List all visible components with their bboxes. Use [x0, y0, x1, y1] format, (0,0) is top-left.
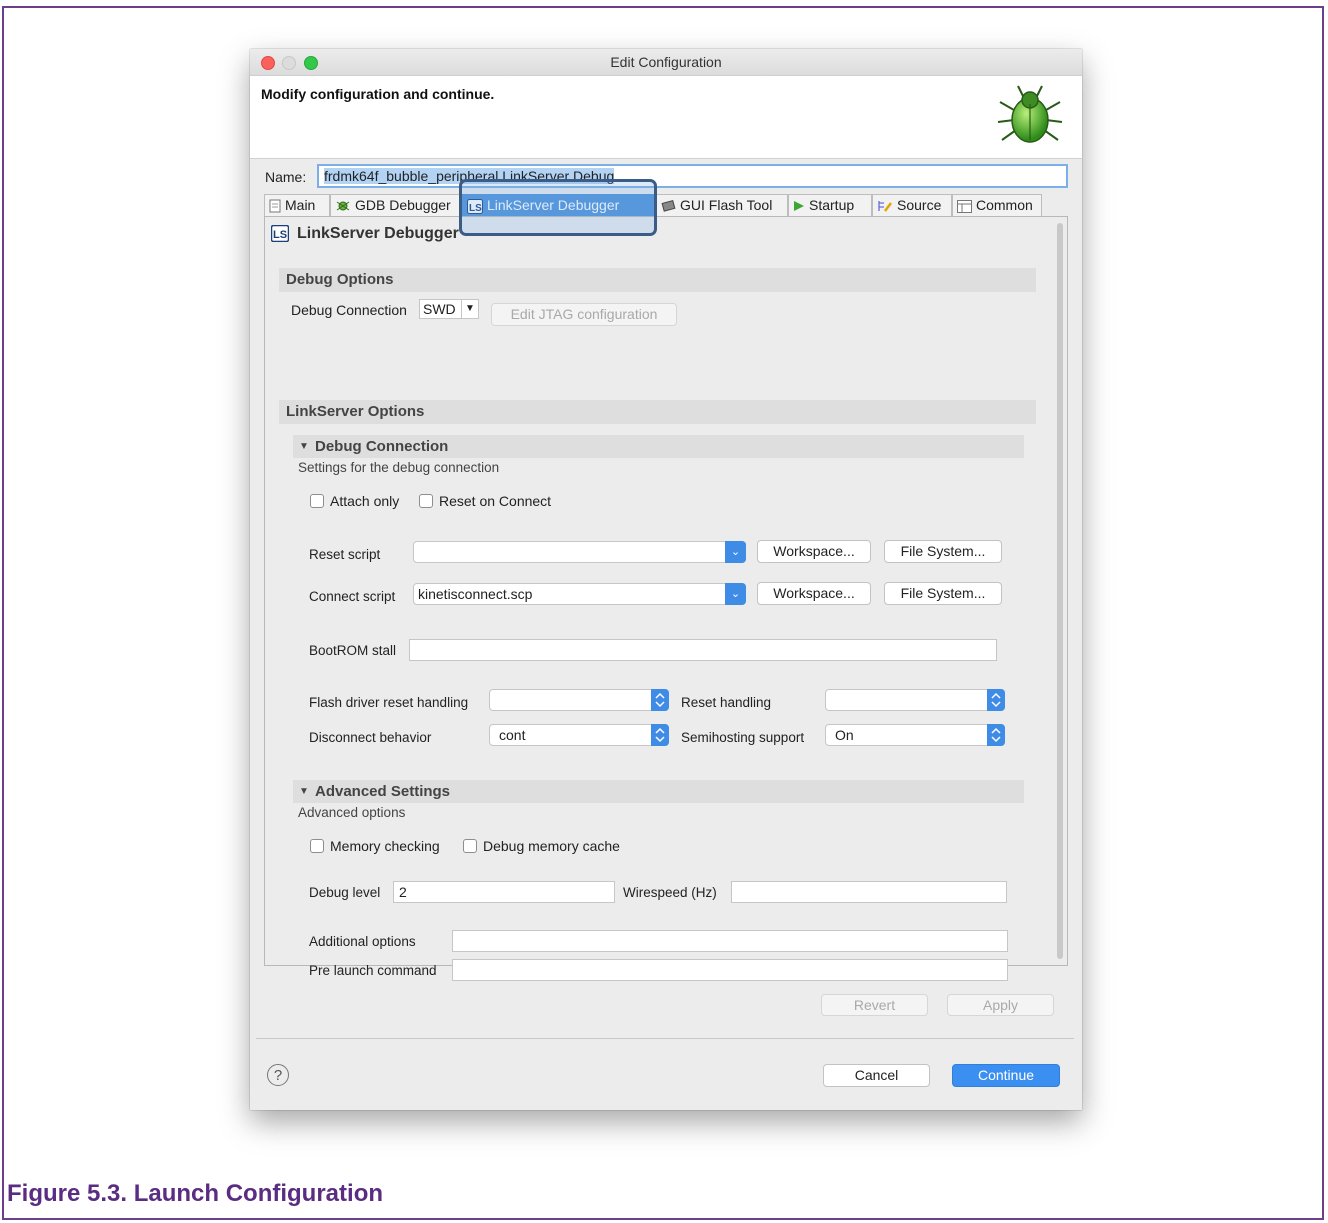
cancel-button[interactable]: Cancel	[823, 1064, 930, 1087]
reset-handling-label: Reset handling	[681, 695, 772, 710]
connect-script-combo[interactable]: kinetisconnect.scp ⌄	[413, 583, 746, 605]
debug-memory-cache-label: Debug memory cache	[483, 838, 620, 854]
up-down-arrows-icon	[987, 689, 1005, 711]
additional-options-field[interactable]	[452, 930, 1008, 952]
tab-gdb-debugger[interactable]: GDB Debugger	[330, 194, 460, 216]
debug-connection-subtitle: Settings for the debug connection	[298, 460, 500, 475]
tab-startup-label: Startup	[809, 197, 855, 213]
debug-level-field[interactable]: 2	[393, 881, 615, 903]
play-icon	[794, 201, 804, 212]
continue-button[interactable]: Continue	[952, 1064, 1060, 1087]
tab-startup[interactable]: Startup	[788, 194, 872, 216]
chevron-down-icon: ▼	[461, 300, 478, 318]
apply-button[interactable]: Apply	[947, 994, 1054, 1016]
reset-script-workspace-button[interactable]: Workspace...	[757, 540, 871, 563]
figure-caption: Figure 5.3. Launch Configuration	[7, 1180, 384, 1207]
tab-gui-flash-tool-label: GUI Flash Tool	[680, 197, 773, 213]
collapse-triangle-icon: ▼	[299, 441, 309, 452]
chevron-down-icon: ⌄	[725, 583, 746, 605]
semihosting-support-value: On	[835, 727, 854, 743]
wirespeed-field[interactable]	[731, 881, 1007, 903]
configuration-name-field[interactable]: frdmk64f_bubble_peripheral LinkServer De…	[317, 164, 1068, 188]
edit-configuration-window: Edit Configuration Modify configuration …	[250, 49, 1082, 1110]
window-title: Edit Configuration	[610, 54, 722, 70]
disconnect-behavior-value: cont	[499, 727, 526, 743]
flash-driver-reset-label: Flash driver reset handling	[309, 695, 469, 710]
tab-gdb-debugger-label: GDB Debugger	[355, 197, 451, 213]
up-down-arrows-icon	[651, 724, 669, 746]
wirespeed-label: Wirespeed (Hz)	[623, 885, 717, 900]
ls-heading-icon: LS	[271, 225, 289, 242]
chevron-down-icon: ⌄	[725, 541, 746, 563]
bootrom-stall-label: BootROM stall	[309, 643, 397, 658]
pre-launch-command-field[interactable]	[452, 959, 1008, 981]
memory-checking-label: Memory checking	[330, 838, 440, 854]
disconnect-behavior-label: Disconnect behavior	[309, 730, 432, 745]
tab-gui-flash-tool[interactable]: GUI Flash Tool	[656, 194, 788, 216]
debug-level-label: Debug level	[309, 885, 381, 900]
reset-on-connect-label: Reset on Connect	[439, 493, 552, 509]
source-icon	[878, 201, 892, 213]
banner-message: Modify configuration and continue.	[261, 86, 495, 102]
memory-checking-checkbox[interactable]	[310, 839, 324, 853]
help-icon[interactable]: ?	[267, 1064, 289, 1086]
panel-heading: LinkServer Debugger	[297, 225, 459, 242]
advanced-settings-section-header[interactable]: ▼ Advanced Settings	[293, 780, 1024, 803]
additional-options-label: Additional options	[309, 934, 416, 949]
disconnect-behavior-select[interactable]: cont	[489, 724, 669, 746]
advanced-settings-title: Advanced Settings	[315, 783, 451, 800]
revert-button[interactable]: Revert	[821, 994, 928, 1016]
configuration-tabs: Main GDB Debugger LS LinkServer Debugger …	[264, 194, 1070, 216]
attach-only-label: Attach only	[330, 493, 400, 509]
up-down-arrows-icon	[987, 724, 1005, 746]
footer-divider	[256, 1038, 1074, 1039]
reset-script-label: Reset script	[309, 547, 381, 562]
table-icon	[957, 199, 972, 213]
name-label: Name:	[265, 169, 307, 185]
chip-icon	[661, 200, 676, 213]
debug-connection-value: SWD	[423, 301, 456, 317]
connect-script-file-system-button[interactable]: File System...	[884, 582, 1002, 605]
bug-gear-icon	[336, 201, 350, 211]
flash-driver-reset-select[interactable]	[489, 689, 669, 711]
tab-highlight-callout	[459, 179, 657, 236]
reset-handling-select[interactable]	[825, 689, 1005, 711]
debug-memory-cache-checkbox[interactable]	[463, 839, 477, 853]
page-icon	[269, 199, 281, 213]
dialog-banner: Modify configuration and continue.	[250, 76, 1082, 159]
reset-script-combo[interactable]: ⌄	[413, 541, 746, 563]
reset-script-file-system-button[interactable]: File System...	[884, 540, 1002, 563]
debug-options-header: Debug Options	[279, 268, 1036, 292]
linkserver-debugger-panel: LS LinkServer Debugger Debug Options Deb…	[264, 216, 1068, 981]
tab-source-label: Source	[897, 197, 942, 213]
tab-main[interactable]: Main	[264, 194, 330, 216]
reset-on-connect-checkbox[interactable]	[419, 494, 433, 508]
collapse-triangle-icon: ▼	[299, 786, 309, 797]
up-down-arrows-icon	[651, 689, 669, 711]
semihosting-support-select[interactable]: On	[825, 724, 1005, 746]
vertical-scrollbar[interactable]	[1057, 223, 1063, 959]
debug-connection-section-title: Debug Connection	[315, 438, 449, 455]
tab-common-label: Common	[976, 197, 1033, 213]
tab-main-label: Main	[285, 197, 316, 213]
tab-common[interactable]: Common	[952, 194, 1042, 216]
svg-text:LS: LS	[273, 229, 287, 241]
connect-script-workspace-button[interactable]: Workspace...	[757, 582, 871, 605]
bootrom-stall-field[interactable]	[409, 639, 997, 661]
bug-logo-icon	[997, 85, 1063, 143]
connect-script-value: kinetisconnect.scp	[418, 586, 533, 602]
debug-connection-label: Debug Connection	[291, 302, 407, 318]
edit-jtag-button[interactable]: Edit JTAG configuration	[491, 303, 677, 326]
debug-connection-section-header[interactable]: ▼ Debug Connection	[293, 435, 1024, 458]
attach-only-checkbox[interactable]	[310, 494, 324, 508]
connect-script-label: Connect script	[309, 589, 396, 604]
linkserver-options-header: LinkServer Options	[279, 400, 1036, 424]
advanced-settings-subtitle: Advanced options	[298, 805, 406, 820]
pre-launch-command-label: Pre launch command	[309, 963, 437, 978]
debug-connection-select[interactable]: SWD ▼	[419, 299, 479, 319]
semihosting-support-label: Semihosting support	[681, 730, 805, 745]
tab-source[interactable]: Source	[872, 194, 952, 216]
title-bar: Edit Configuration	[250, 49, 1082, 76]
